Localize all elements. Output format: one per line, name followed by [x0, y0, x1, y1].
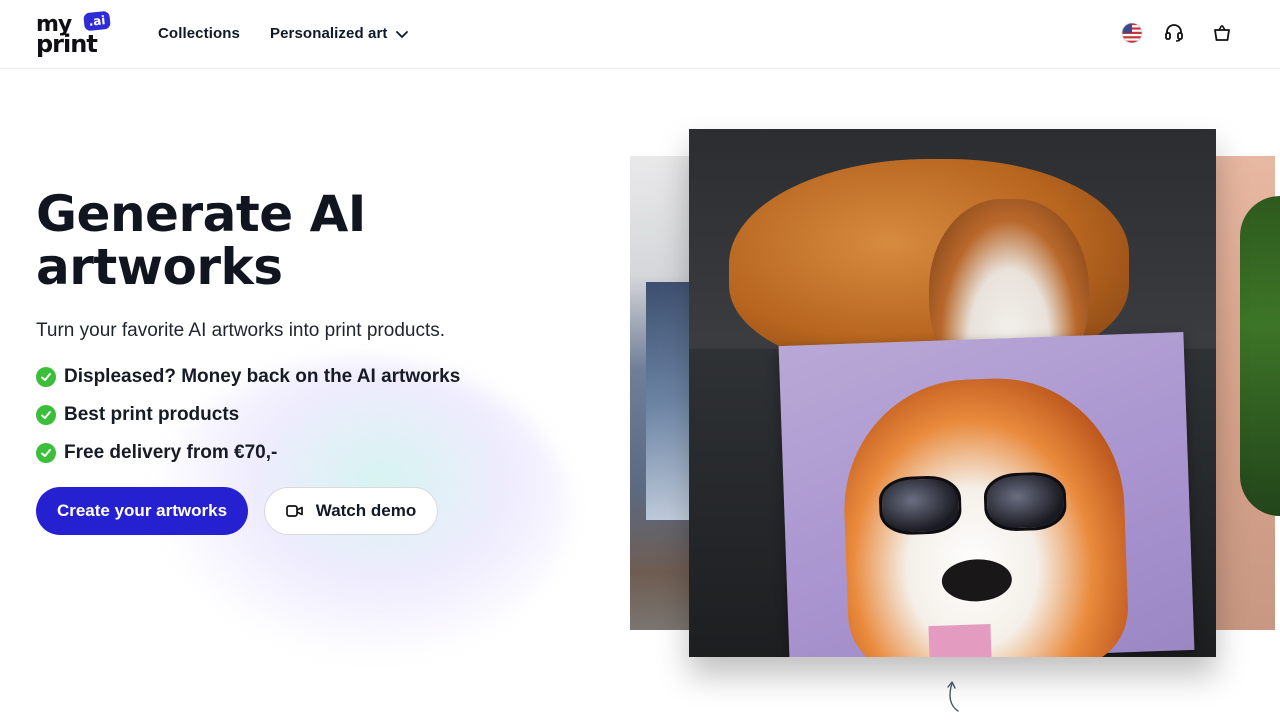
curved-arrow-icon — [947, 681, 959, 712]
logo-word-print: print — [36, 30, 98, 58]
feature-text: Free delivery from €70,- — [64, 442, 278, 463]
dog-nose — [941, 558, 1013, 603]
painted-dog — [839, 374, 1130, 657]
sunglasses-left-lens — [878, 474, 963, 536]
logo-badge-ai: .ai — [83, 10, 111, 32]
hero-image-dog-with-canvas — [689, 129, 1216, 657]
plant-leaves — [1240, 196, 1280, 516]
headset-support-icon[interactable] — [1163, 22, 1185, 44]
myprint-logo[interactable]: my .ai print — [36, 10, 112, 58]
site-header: my .ai print Collections Personalized ar… — [0, 0, 1280, 69]
dog-tongue — [928, 623, 993, 657]
dog-portrait-canvas — [778, 332, 1195, 657]
shopping-bag-icon[interactable] — [1211, 22, 1233, 44]
check-circle-icon — [36, 367, 56, 387]
hero-subtitle: Turn your favorite AI artworks into prin… — [36, 320, 446, 341]
watch-demo-button[interactable]: Watch demo — [264, 487, 438, 535]
nav-personalized-art-label: Personalized art — [270, 25, 388, 42]
create-artworks-button[interactable]: Create your artworks — [36, 487, 248, 535]
feature-item: Displeased? Money back on the AI artwork… — [36, 366, 460, 388]
hero-headline: Generate AI artworks — [36, 185, 366, 296]
carousel-image-next[interactable] — [1210, 156, 1280, 630]
feature-item: Free delivery from €70,- — [36, 442, 277, 464]
nav-personalized-art[interactable]: Personalized art — [270, 25, 409, 42]
feature-text: Best print products — [64, 404, 240, 425]
nav-collections[interactable]: Collections — [158, 25, 240, 42]
us-flag-icon[interactable] — [1121, 22, 1143, 44]
check-circle-icon — [36, 443, 56, 463]
feature-item: Best print products — [36, 404, 239, 426]
chevron-down-icon — [396, 30, 409, 38]
watch-demo-label: Watch demo — [315, 501, 417, 520]
check-circle-icon — [36, 405, 56, 425]
feature-text: Displeased? Money back on the AI artwork… — [64, 366, 461, 387]
video-camera-icon — [285, 505, 303, 517]
sunglasses-right-lens — [983, 471, 1068, 533]
